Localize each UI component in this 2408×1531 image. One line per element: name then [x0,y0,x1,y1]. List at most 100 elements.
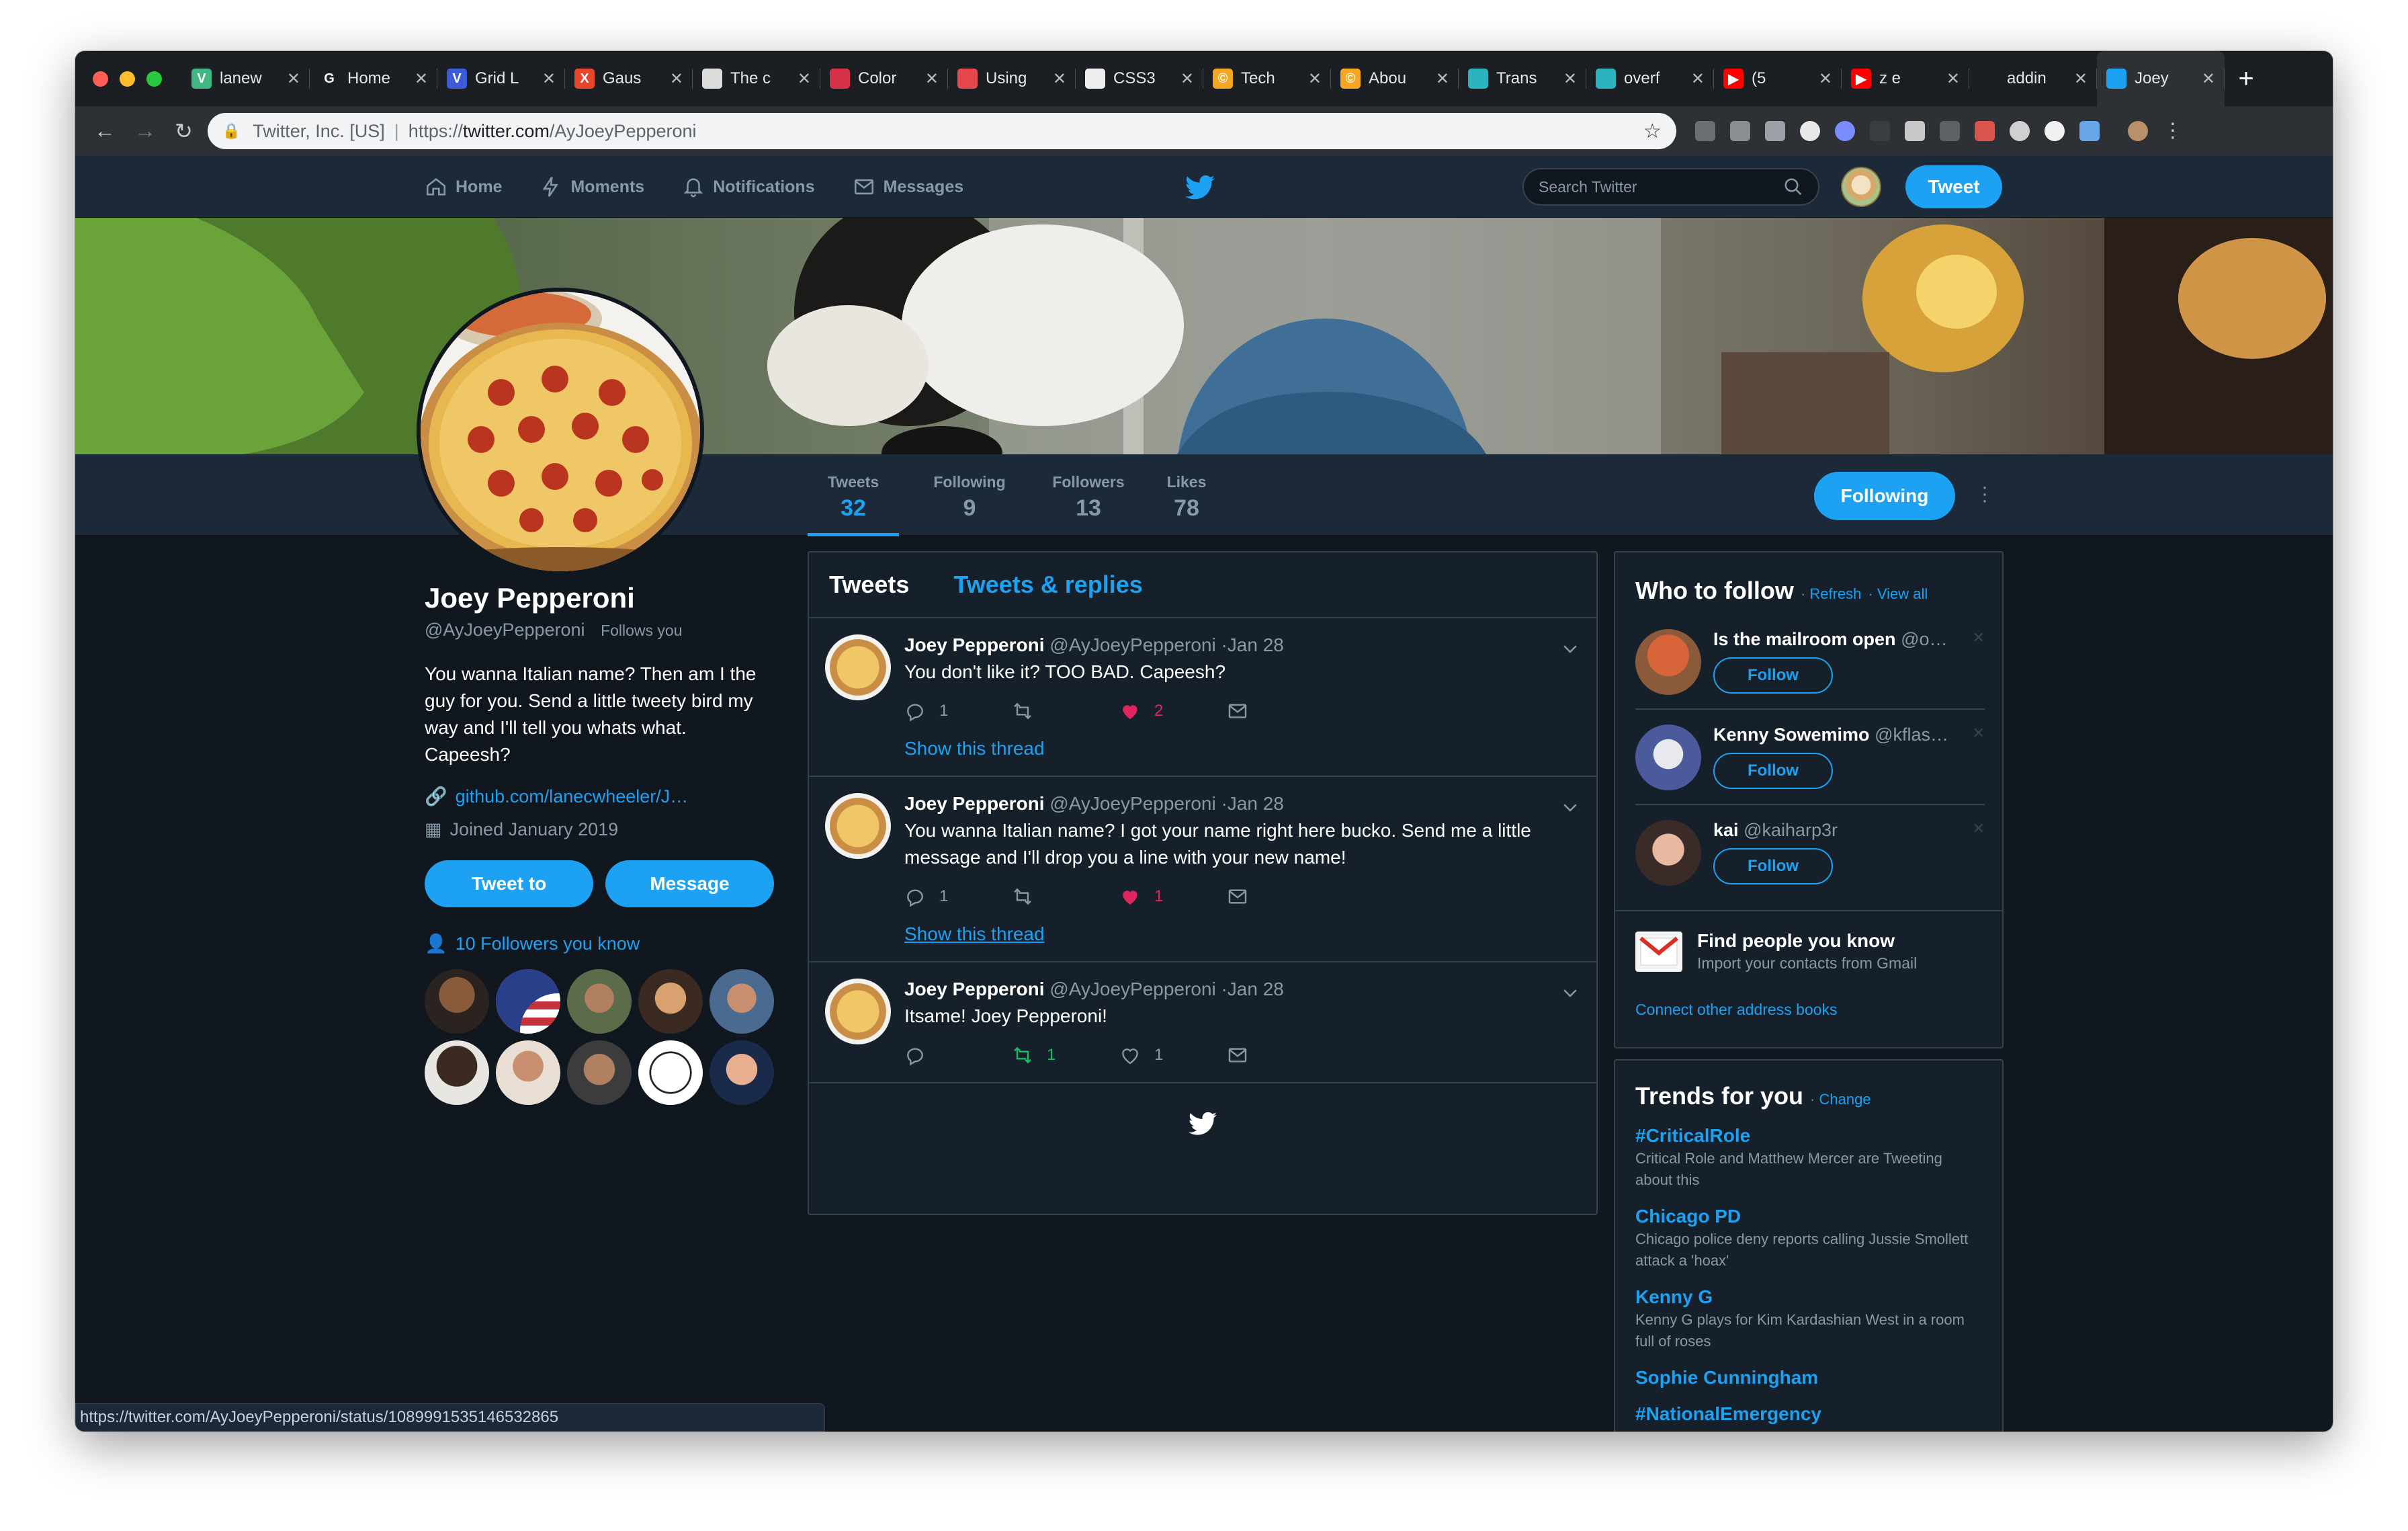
zoom-window-button[interactable] [146,71,162,87]
trend-name[interactable]: #NationalEmergency [1635,1403,1982,1425]
stat-tweets[interactable]: Tweets 32 [808,454,899,536]
tweet[interactable]: Joey Pepperoni @AyJoeyPepperoni ·Jan 28 … [809,618,1596,777]
trend-name[interactable]: #CriticalRole [1635,1125,1982,1147]
suggestion-name[interactable]: Is the mailroom open [1713,629,1896,649]
browser-tab[interactable]: © Abou ✕ [1331,51,1459,106]
follower-avatar[interactable] [638,1040,703,1105]
show-thread-link[interactable]: Show this thread [904,738,1576,759]
follower-avatar[interactable] [710,1040,774,1105]
tab-close-icon[interactable]: ✕ [542,69,556,89]
tweet-date[interactable]: ·Jan 28 [1221,793,1283,814]
retweet-button[interactable]: 1 [1012,1044,1119,1066]
view-all-link[interactable]: · View all [1868,585,1928,602]
follower-avatar[interactable] [638,969,703,1034]
tab-close-icon[interactable]: ✕ [1819,69,1832,89]
tweet-author-name[interactable]: Joey Pepperoni [904,634,1045,655]
browser-tab[interactable]: Joey ✕ [2097,51,2225,106]
tab-close-icon[interactable]: ✕ [1180,69,1194,89]
tab-close-icon[interactable]: ✕ [1308,69,1322,89]
account-avatar[interactable] [1841,167,1881,207]
tweet[interactable]: Joey Pepperoni @AyJoeyPepperoni ·Jan 28 … [809,777,1596,962]
follower-avatar[interactable] [425,1040,489,1105]
tweet-author-handle[interactable]: @AyJoeyPepperoni [1049,634,1215,655]
new-tab-button[interactable]: + [2225,51,2268,106]
dm-button[interactable] [1227,886,1334,907]
forward-icon[interactable]: → [134,118,156,144]
close-window-button[interactable] [93,71,108,87]
tab-close-icon[interactable]: ✕ [1691,69,1705,89]
retweet-button[interactable] [1012,886,1119,907]
tab-close-icon[interactable]: ✕ [2074,69,2088,89]
profile-name[interactable]: Joey Pepperoni [425,582,774,614]
like-button[interactable]: 1 [1119,1044,1227,1066]
reply-button[interactable] [904,1044,1012,1066]
follow-button[interactable]: Follow [1713,753,1833,789]
browser-tab[interactable]: Using ✕ [948,51,1076,106]
follower-avatar[interactable] [567,969,632,1034]
trend-name[interactable]: Sophie Cunningham [1635,1367,1982,1389]
trend-item[interactable]: Sophie Cunningham [1635,1367,1982,1389]
tab-close-icon[interactable]: ✕ [415,69,428,89]
tab-close-icon[interactable]: ✕ [798,69,811,89]
profile-link[interactable]: github.com/lanecwheeler/J… [456,786,689,807]
follow-button[interactable]: Follow [1713,848,1833,884]
search-input[interactable]: Search Twitter [1522,168,1819,206]
search-icon[interactable] [1783,177,1803,197]
followers-you-know-link[interactable]: 👤 10 Followers you know [425,933,774,954]
chevron-down-icon[interactable] [1560,983,1580,1003]
tweet-avatar[interactable] [825,793,891,859]
follower-avatar[interactable] [425,969,489,1034]
browser-tab[interactable]: The c ✕ [693,51,820,106]
browser-tab[interactable]: CSS3 ✕ [1076,51,1203,106]
suggestion-avatar[interactable] [1635,629,1701,695]
browser-tab[interactable]: Vlanew ✕ [182,51,310,106]
like-button[interactable]: 1 [1119,886,1227,907]
suggestion-avatar[interactable] [1635,820,1701,886]
browser-tab[interactable]: Color ✕ [820,51,948,106]
profile-avatar[interactable] [417,288,704,575]
extension-camera-icon[interactable] [1904,121,1925,141]
retweet-button[interactable] [1012,700,1119,722]
tweet-button[interactable]: Tweet [1905,165,2002,208]
follower-avatar[interactable] [496,1040,560,1105]
browser-tab[interactable]: ▶ z e ✕ [1842,51,1969,106]
profile-handle[interactable]: @AyJoeyPepperoni [425,620,585,640]
tab-close-icon[interactable]: ✕ [925,69,939,89]
change-trends-link[interactable]: · Change [1810,1091,1871,1108]
refresh-link[interactable]: · Refresh [1801,585,1861,602]
browser-tab[interactable]: Trans ✕ [1459,51,1586,106]
suggestion-item[interactable]: kai @kaiharp3r ✕ Follow [1635,815,1985,901]
suggestion-item[interactable]: Kenny Sowemimo @kflas… ✕ Follow [1635,719,1985,805]
stat-likes[interactable]: Likes 78 [1153,454,1220,536]
follower-avatar[interactable] [567,1040,632,1105]
extension-pen-icon[interactable] [1729,121,1750,141]
stat-followers[interactable]: Followers 13 [1039,454,1138,536]
tab-tweets[interactable]: Tweets [829,571,909,599]
tweet-author-name[interactable]: Joey Pepperoni [904,979,1045,999]
dismiss-icon[interactable]: ✕ [1973,629,1985,647]
twitter-bird-icon[interactable] [1185,175,1215,200]
tab-tweets-replies[interactable]: Tweets & replies [953,571,1142,599]
extension-l-icon[interactable] [1869,121,1890,141]
extension-screen-icon[interactable] [1764,121,1785,141]
suggestion-avatar[interactable] [1635,725,1701,790]
browser-tab[interactable]: V Grid L ✕ [437,51,565,106]
find-people-title[interactable]: Find people you know [1697,930,1982,952]
reload-icon[interactable]: ↻ [175,118,193,144]
chevron-down-icon[interactable] [1560,638,1580,659]
follow-button[interactable]: Follow [1713,657,1833,694]
profile-avatar-icon[interactable] [2127,121,2148,141]
tab-close-icon[interactable]: ✕ [670,69,683,89]
more-options-icon[interactable]: · · · [1981,477,1989,511]
follower-avatar[interactable] [496,969,560,1034]
nav-moments[interactable]: Moments [540,175,644,198]
suggestion-name[interactable]: kai [1713,820,1739,840]
dismiss-icon[interactable]: ✕ [1973,820,1985,837]
tab-close-icon[interactable]: ✕ [1053,69,1066,89]
stat-following[interactable]: Following 9 [919,454,1020,536]
tab-close-icon[interactable]: ✕ [1436,69,1449,89]
trend-name[interactable]: Kenny G [1635,1286,1982,1308]
dismiss-icon[interactable]: ✕ [1973,725,1985,742]
extension-gear-icon[interactable] [1694,121,1715,141]
tab-close-icon[interactable]: ✕ [1946,69,1960,89]
